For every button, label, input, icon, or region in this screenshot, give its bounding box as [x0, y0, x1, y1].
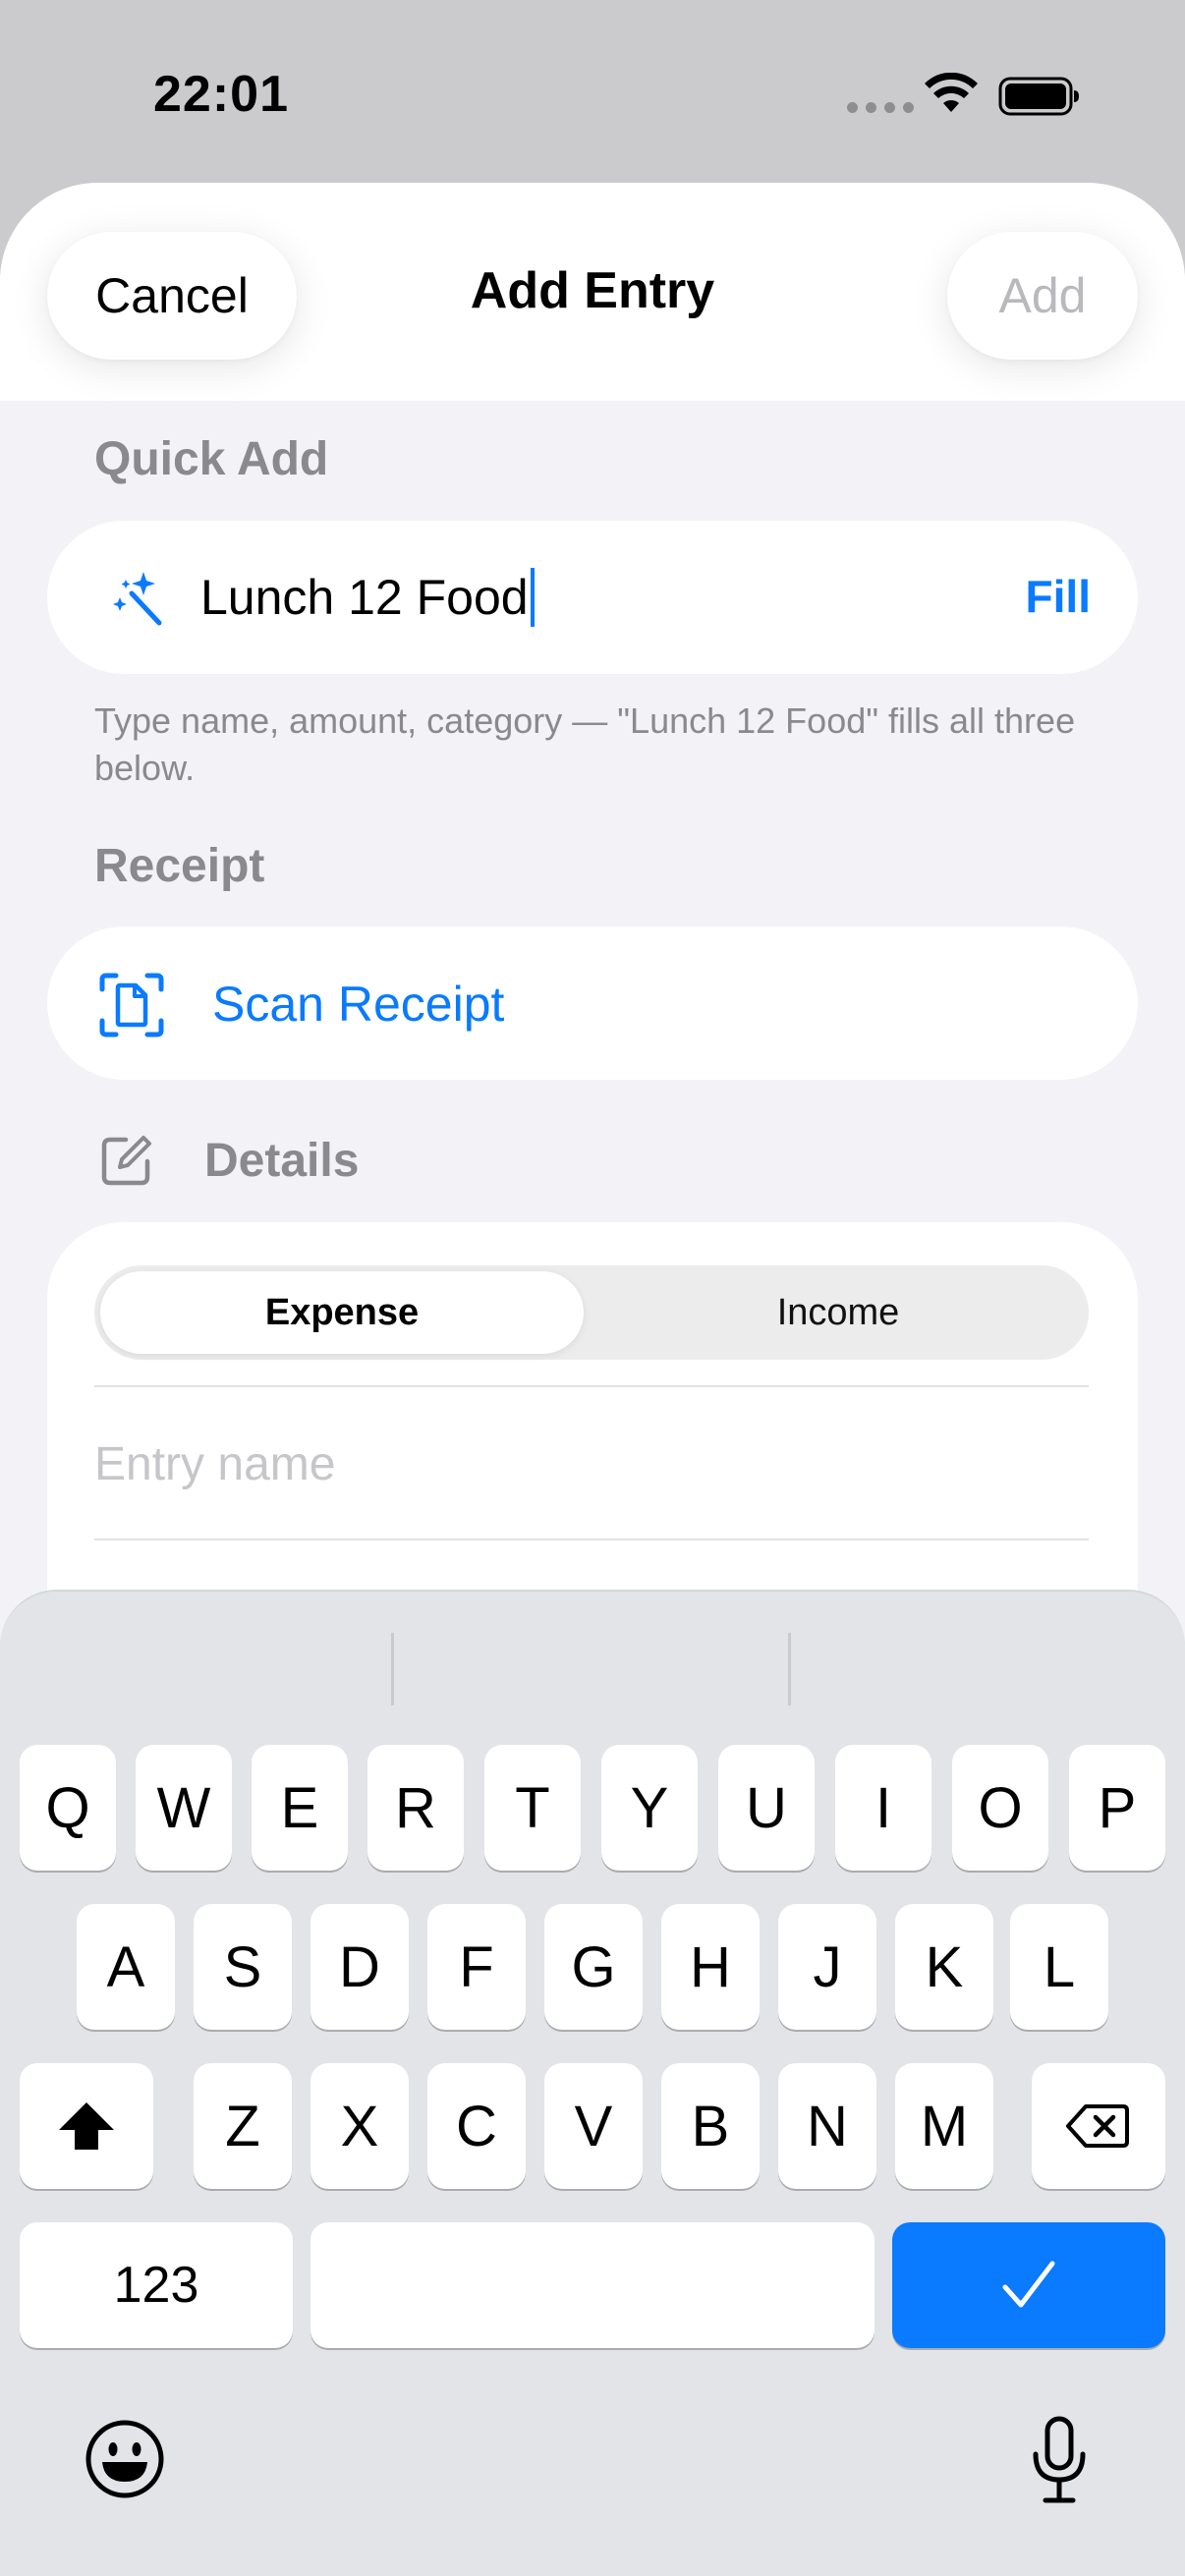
- key-a[interactable]: A: [77, 1904, 175, 2030]
- cellular-signal-icon: [847, 102, 914, 113]
- entry-name-input[interactable]: [94, 1415, 1089, 1513]
- key-k[interactable]: K: [895, 1904, 993, 2030]
- key-x[interactable]: X: [310, 2063, 409, 2189]
- document-scanner-icon: [99, 973, 164, 1037]
- key-i[interactable]: I: [835, 1745, 931, 1871]
- battery-icon: [998, 77, 1079, 116]
- fill-button[interactable]: Fill: [1026, 570, 1091, 623]
- quick-add-value: Lunch 12 Food: [200, 570, 529, 625]
- shift-icon: [59, 2102, 114, 2150]
- quick-add-field[interactable]: Lunch 12 Food Fill: [47, 521, 1138, 674]
- magic-wand-icon: [113, 572, 162, 626]
- details-header: Details: [204, 1135, 360, 1187]
- details-card: Expense Income: [47, 1222, 1138, 1615]
- scan-receipt-label: Scan Receipt: [212, 977, 505, 1032]
- key-g[interactable]: G: [544, 1904, 643, 2030]
- key-s[interactable]: S: [194, 1904, 292, 2030]
- microphone-icon[interactable]: [1028, 2415, 1091, 2505]
- key-c[interactable]: C: [427, 2063, 526, 2189]
- text-cursor: [530, 568, 535, 627]
- square-pencil-icon: [101, 1136, 151, 1186]
- status-bar: 22:01: [0, 0, 1185, 187]
- key-l[interactable]: L: [1010, 1904, 1108, 2030]
- quick-add-input[interactable]: Lunch 12 Food: [200, 568, 535, 627]
- key-r[interactable]: R: [367, 1745, 464, 1871]
- quick-add-hint: Type name, amount, category — "Lunch 12 …: [94, 700, 1076, 788]
- key-w[interactable]: W: [136, 1745, 232, 1871]
- scan-receipt-button[interactable]: Scan Receipt: [47, 926, 1138, 1080]
- key-b[interactable]: B: [661, 2063, 760, 2189]
- divider: [94, 1385, 1089, 1387]
- add-button[interactable]: Add: [947, 232, 1138, 360]
- key-q[interactable]: Q: [20, 1745, 116, 1871]
- receipt-header: Receipt: [94, 840, 265, 892]
- done-key[interactable]: [892, 2222, 1165, 2348]
- suggestion-divider: [788, 1633, 791, 1706]
- segment-income[interactable]: Income: [593, 1271, 1083, 1354]
- keyboard: Q W E R T Y U I O P A S D F G H J K L Z …: [0, 1590, 1185, 2576]
- key-m[interactable]: M: [895, 2063, 993, 2189]
- divider: [94, 1539, 1089, 1540]
- delete-key[interactable]: [1032, 2063, 1165, 2189]
- status-time: 22:01: [153, 66, 289, 123]
- type-segmented-control: Expense Income: [94, 1265, 1089, 1360]
- segment-expense[interactable]: Expense: [100, 1271, 584, 1354]
- key-j[interactable]: J: [778, 1904, 876, 2030]
- key-f[interactable]: F: [427, 1904, 526, 2030]
- key-h[interactable]: H: [661, 1904, 760, 2030]
- shift-key[interactable]: [20, 2063, 153, 2189]
- key-o[interactable]: O: [952, 1745, 1048, 1871]
- numbers-key[interactable]: 123: [20, 2222, 293, 2348]
- suggestion-divider: [391, 1633, 394, 1706]
- space-key[interactable]: [310, 2222, 875, 2348]
- key-t[interactable]: T: [484, 1745, 581, 1871]
- smiley-icon[interactable]: [85, 2419, 165, 2499]
- key-v[interactable]: V: [544, 2063, 643, 2189]
- key-u[interactable]: U: [718, 1745, 815, 1871]
- backspace-icon: [1066, 2104, 1129, 2148]
- key-y[interactable]: Y: [601, 1745, 698, 1871]
- checkmark-icon: [1002, 2261, 1055, 2308]
- nav-bar: Cancel Add Entry Add: [0, 183, 1185, 401]
- quick-add-header: Quick Add: [94, 433, 329, 485]
- key-p[interactable]: P: [1069, 1745, 1165, 1871]
- key-n[interactable]: N: [778, 2063, 876, 2189]
- key-e[interactable]: E: [252, 1745, 348, 1871]
- wifi-icon: [925, 73, 978, 112]
- key-d[interactable]: D: [310, 1904, 409, 2030]
- key-z[interactable]: Z: [194, 2063, 292, 2189]
